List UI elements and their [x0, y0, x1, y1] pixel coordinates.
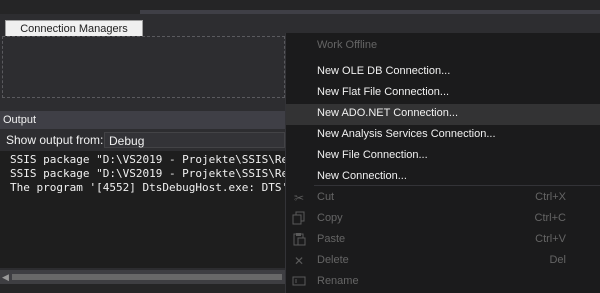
- output-panel-title: Output: [0, 111, 285, 129]
- menu-item-copy[interactable]: Copy Ctrl+C: [286, 209, 600, 230]
- menu-separator: [314, 185, 600, 186]
- menu-item-delete[interactable]: ✕ Delete Del: [286, 251, 600, 272]
- paste-icon: [291, 232, 307, 248]
- menu-item-rename[interactable]: Rename: [286, 272, 600, 293]
- menu-item-label: Delete: [317, 254, 349, 266]
- menu-item-new-analysis-services-connection[interactable]: New Analysis Services Connection...: [286, 125, 600, 146]
- menu-item-work-offline[interactable]: Work Offline: [286, 36, 600, 57]
- output-toolbar: Show output from: Debug: [0, 129, 285, 151]
- show-output-from-label: Show output from:: [6, 133, 104, 147]
- context-menu: Work Offline New OLE DB Connection... Ne…: [285, 33, 600, 293]
- designer-top-strip: [0, 0, 600, 14]
- menu-item-label: Cut: [317, 191, 335, 203]
- menu-item-label: New File Connection...: [317, 149, 428, 161]
- menu-item-label: New Connection...: [317, 170, 407, 182]
- menu-item-label: New ADO.NET Connection...: [317, 107, 459, 119]
- scrollbar-thumb[interactable]: [12, 274, 282, 280]
- connection-managers-tab[interactable]: Connection Managers: [5, 20, 143, 36]
- scroll-left-arrow-icon[interactable]: ◀: [2, 272, 9, 283]
- output-line: The program '[4552] DtsDebugHost.exe: DT…: [10, 181, 285, 194]
- menu-item-cut[interactable]: ✂ Cut Ctrl+X: [286, 188, 600, 209]
- menu-item-shortcut: Ctrl+C: [534, 212, 566, 224]
- scissors-icon: ✂: [293, 191, 305, 205]
- menu-item-label: Work Offline: [317, 39, 378, 51]
- output-line: SSIS package "D:\VS2019 - Projekte\SSIS\…: [10, 153, 285, 166]
- menu-item-shortcut: Ctrl+V: [535, 233, 566, 245]
- menu-item-new-file-connection[interactable]: New File Connection...: [286, 146, 600, 167]
- copy-icon: [291, 211, 307, 227]
- designer-scrollbar[interactable]: [140, 10, 600, 14]
- output-text-area[interactable]: SSIS package "D:\VS2019 - Projekte\SSIS\…: [0, 151, 285, 268]
- menu-item-label: New OLE DB Connection...: [317, 65, 451, 77]
- menu-item-new-adonet-connection[interactable]: New ADO.NET Connection...: [286, 104, 600, 125]
- menu-item-new-oledb-connection[interactable]: New OLE DB Connection...: [286, 62, 600, 83]
- menu-item-shortcut: Ctrl+X: [535, 191, 566, 203]
- menu-item-label: Copy: [317, 212, 343, 224]
- rename-icon: [291, 274, 307, 290]
- connection-managers-area[interactable]: [2, 36, 285, 98]
- output-source-select[interactable]: Debug: [104, 132, 285, 148]
- output-horizontal-scrollbar[interactable]: ◀: [0, 270, 285, 284]
- menu-item-label: New Flat File Connection...: [317, 86, 450, 98]
- menu-item-label: Rename: [317, 275, 359, 287]
- delete-x-icon: ✕: [293, 254, 305, 268]
- menu-item-label: New Analysis Services Connection...: [317, 128, 496, 140]
- menu-item-shortcut: Del: [549, 254, 566, 266]
- output-line: SSIS package "D:\VS2019 - Projekte\SSIS\…: [10, 167, 285, 180]
- menu-item-label: Paste: [317, 233, 346, 245]
- menu-item-paste[interactable]: Paste Ctrl+V: [286, 230, 600, 251]
- menu-item-new-flat-file-connection[interactable]: New Flat File Connection...: [286, 83, 600, 104]
